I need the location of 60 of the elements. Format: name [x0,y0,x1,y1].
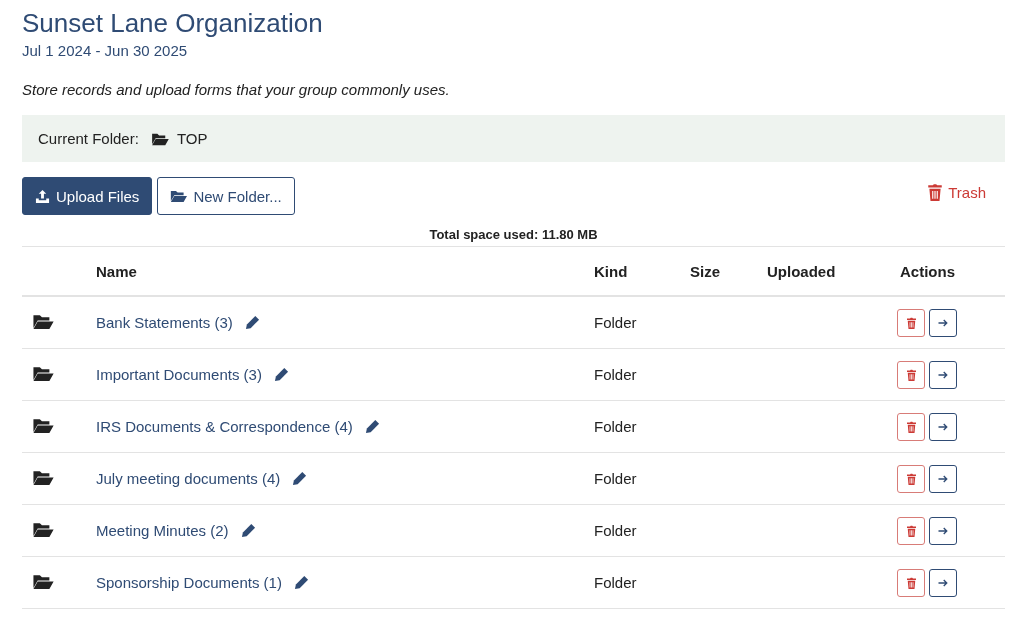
current-folder-label: Current Folder: [38,130,139,147]
folder-icon [32,416,54,434]
kind-cell: Folder [594,556,690,609]
open-arrow-button[interactable] [929,568,957,597]
delete-button[interactable] [897,308,925,337]
open-folder-icon [170,189,188,203]
kind-cell: Folder [594,296,690,349]
pencil-icon[interactable] [293,575,309,590]
total-space-used: Total space used: 11.80 MB [428,227,599,242]
page-description: Store records and upload forms that your group commonly uses. [22,81,451,98]
folder-icon [32,468,54,486]
delete-button[interactable] [897,568,925,597]
trash-icon [927,183,944,201]
folder-name-link[interactable]: Sponsorship Documents (1) [96,574,282,591]
open-arrow-button[interactable] [929,516,957,545]
column-header: Kind [594,246,690,296]
column-header: Actions [897,246,1005,296]
folder-icon [32,312,54,330]
delete-button[interactable] [897,360,925,389]
open-arrow-button[interactable] [929,308,957,337]
trash-icon [905,524,917,537]
date-range: Jul 1 2024 - Jun 30 2025 [22,42,189,59]
kind-cell: Folder [594,504,690,557]
pencil-icon[interactable] [240,523,256,538]
open-arrow-button[interactable] [929,464,957,493]
pencil-icon[interactable] [292,471,308,486]
open-arrow-button[interactable] [929,360,957,389]
kind-cell: Folder [594,452,690,505]
upload-files-button[interactable]: Upload Files [22,177,153,215]
open-folder-icon [150,131,169,146]
trash-icon [905,472,917,485]
kind-cell: Folder [594,348,690,401]
trash-icon [905,316,917,329]
upload-icon [35,188,50,204]
pencil-icon[interactable] [364,419,380,434]
kind-cell: Folder [594,400,690,453]
pencil-icon[interactable] [273,367,289,382]
folder-icon [32,364,54,382]
folder-name-link[interactable]: July meeting documents (4) [96,470,281,487]
delete-button[interactable] [897,516,925,545]
folder-name-link[interactable]: Meeting Minutes (2) [96,522,229,539]
delete-button[interactable] [897,412,925,441]
folder-name-link[interactable]: Bank Statements (3) [96,314,233,331]
delete-button[interactable] [897,464,925,493]
folder-icon [32,572,54,590]
trash-icon [905,368,917,381]
column-header: Name [96,246,594,296]
trash-icon [905,420,917,433]
page-title: Sunset Lane Organization [22,7,324,40]
trash-icon [905,576,917,589]
folder-name-link[interactable]: IRS Documents & Correspondence (4) [96,418,353,435]
column-header: Uploaded [767,246,897,296]
pencil-icon[interactable] [244,315,260,330]
folder-name-link[interactable]: Important Documents (3) [96,366,262,383]
open-arrow-button[interactable] [929,412,957,441]
trash-link[interactable]: Trash [927,183,986,201]
new-folder-button[interactable]: New Folder... [157,177,295,215]
current-folder-name: TOP [176,130,208,147]
column-header: Size [690,246,767,296]
folder-icon [32,520,54,538]
